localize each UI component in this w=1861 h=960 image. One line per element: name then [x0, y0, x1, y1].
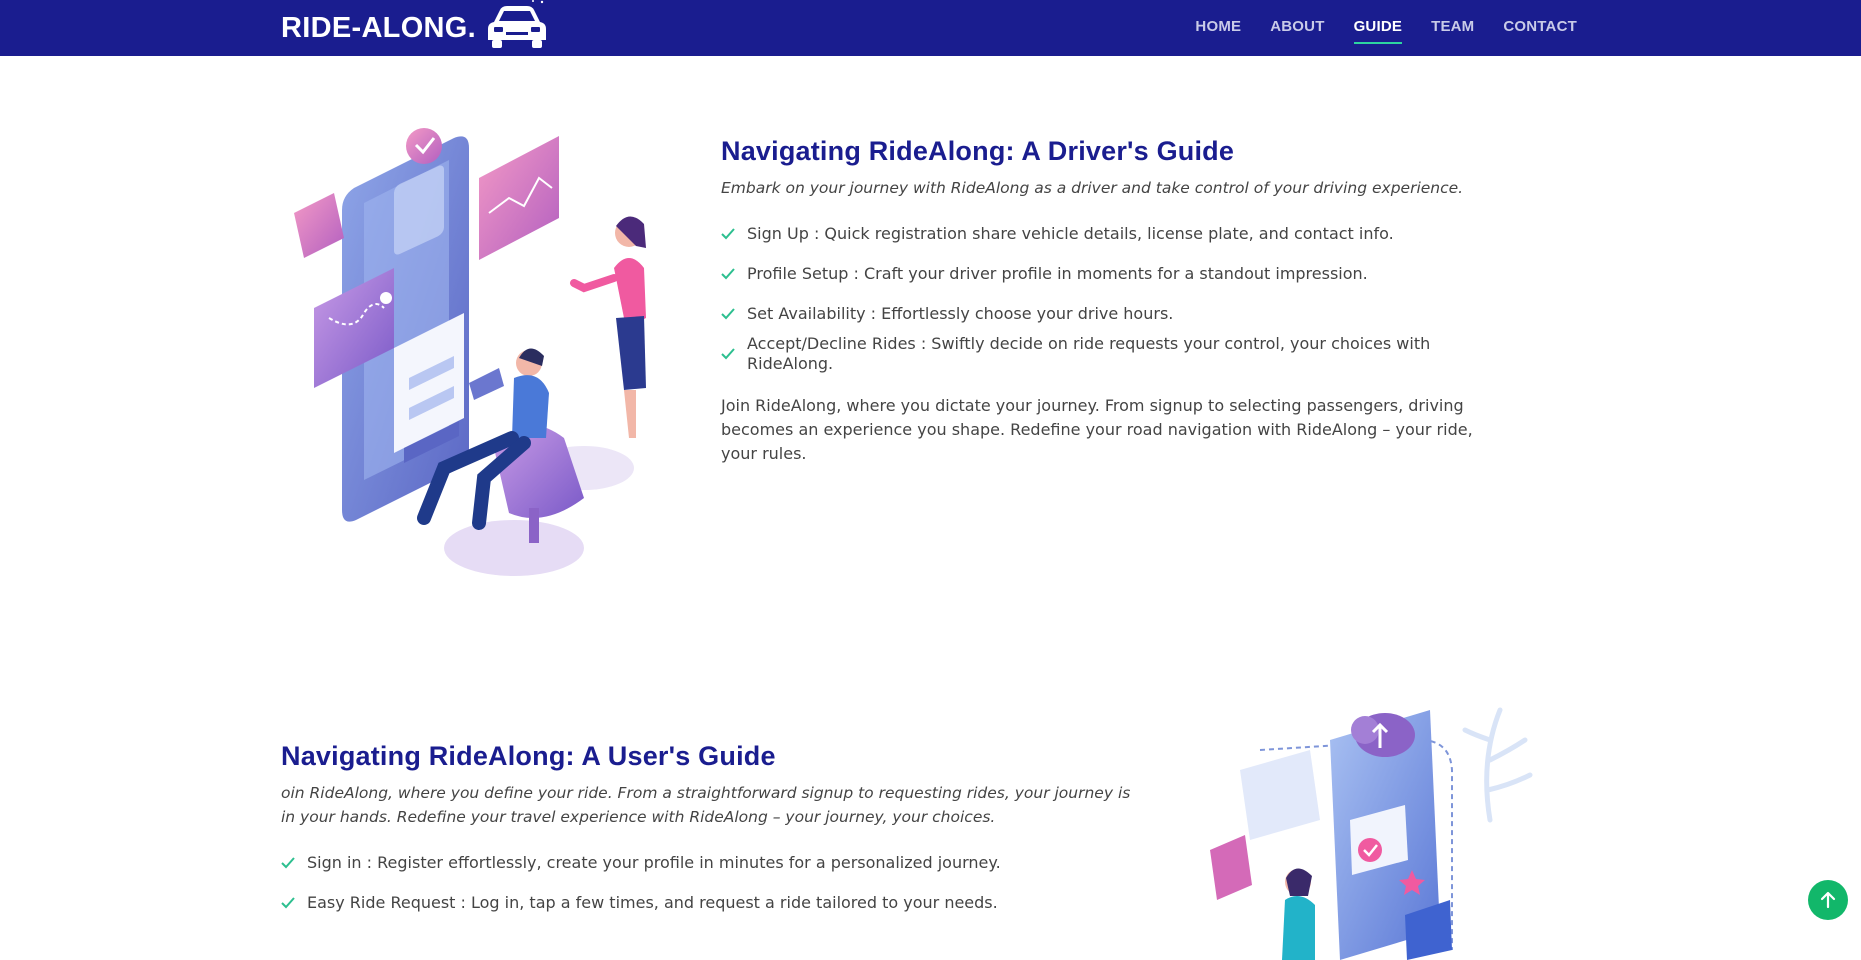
nav-home[interactable]: HOME: [1195, 18, 1241, 35]
check-icon: [721, 308, 747, 320]
check-icon: [721, 348, 747, 360]
nav-team[interactable]: TEAM: [1431, 18, 1474, 35]
user-guide-illustration: [1210, 707, 1533, 960]
list-item-text: Accept/Decline Rides : Swiftly decide on…: [747, 334, 1431, 373]
list-item-text: Sign Up : Quick registration share vehic…: [747, 224, 1394, 243]
site-logo[interactable]: RIDE-ALONG.: [281, 0, 548, 48]
check-icon: [721, 228, 747, 240]
car-icon: [488, 0, 547, 48]
driver-guide-illustration: [294, 128, 646, 576]
list-item-text: Sign in : Register effortlessly, create …: [307, 853, 1001, 872]
nav-guide[interactable]: GUIDE: [1353, 18, 1403, 44]
driver-guide-lead: Embark on your journey with RideAlong as…: [721, 179, 1464, 197]
list-item: Easy Ride Request : Log in, tap a few ti…: [281, 883, 1131, 923]
user-guide-title: Navigating RideAlong: A User's Guide: [281, 741, 776, 771]
nav-contact[interactable]: CONTACT: [1503, 18, 1577, 35]
user-steps-list: Sign in : Register effortlessly, create …: [281, 843, 1131, 923]
driver-steps-list: Sign Up : Quick registration share vehic…: [721, 214, 1521, 374]
driver-guide-paragraph: Join RideAlong, where you dictate your j…: [721, 396, 1473, 463]
user-guide-lead: oin RideAlong, where you define your rid…: [281, 784, 1131, 826]
check-icon: [281, 857, 307, 869]
list-item: Profile Setup : Craft your driver profil…: [721, 254, 1521, 294]
logo-text: RIDE-ALONG.: [281, 11, 477, 44]
list-item-text: Easy Ride Request : Log in, tap a few ti…: [307, 893, 998, 912]
list-item: Sign in : Register effortlessly, create …: [281, 843, 1131, 883]
check-icon: [281, 897, 307, 909]
driver-guide-section: Navigating RideAlong: A Driver's Guide E…: [721, 136, 1521, 482]
list-item-text: Profile Setup : Craft your driver profil…: [747, 264, 1368, 283]
list-item-text: Set Availability : Effortlessly choose y…: [747, 304, 1174, 323]
main-nav: HOME ABOUT GUIDE TEAM CONTACT: [1166, 0, 1577, 52]
list-item: Sign Up : Quick registration share vehic…: [721, 214, 1521, 254]
site-header: RIDE-ALONG. HOME ABOUT GUIDE TEAM CONTAC…: [0, 0, 1861, 56]
back-to-top-button[interactable]: [1808, 880, 1848, 920]
driver-guide-title: Navigating RideAlong: A Driver's Guide: [721, 136, 1235, 166]
check-icon: [721, 268, 747, 280]
arrow-up-icon: [1820, 891, 1836, 909]
list-item: Accept/Decline Rides : Swiftly decide on…: [721, 334, 1521, 374]
user-guide-section: Navigating RideAlong: A User's Guide oin…: [281, 741, 1131, 923]
list-item: Set Availability : Effortlessly choose y…: [721, 294, 1521, 334]
nav-about[interactable]: ABOUT: [1270, 18, 1324, 35]
